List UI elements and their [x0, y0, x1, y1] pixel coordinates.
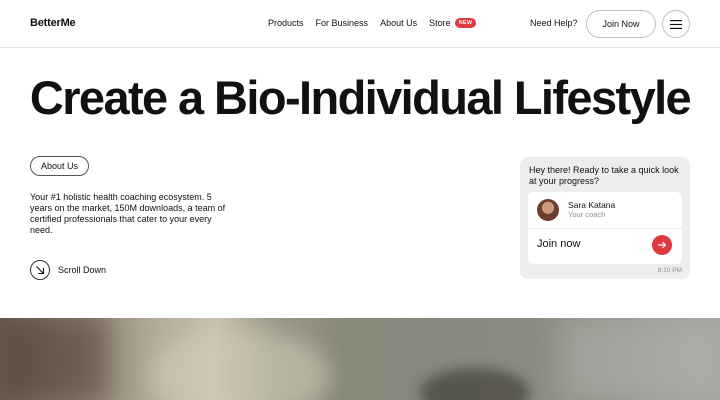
- nav-store[interactable]: Store NEW: [429, 18, 477, 28]
- scroll-down-label: Scroll Down: [58, 265, 107, 275]
- nav-for-business[interactable]: For Business: [316, 18, 369, 28]
- need-help-link[interactable]: Need Help?: [530, 18, 578, 28]
- message-time: 8:10 PM: [657, 267, 682, 274]
- scroll-down-button[interactable]: Scroll Down: [30, 260, 106, 280]
- hero-photo: [0, 318, 720, 400]
- coach-role: Your coach: [568, 210, 606, 219]
- nav-products[interactable]: Products: [268, 18, 304, 28]
- menu-button[interactable]: [662, 10, 690, 38]
- coach-row: Sara Katana Your coach: [537, 199, 615, 221]
- avatar: [537, 199, 559, 221]
- coach-name: Sara Katana: [568, 200, 616, 210]
- join-now-button[interactable]: Join Now: [586, 10, 656, 38]
- logo[interactable]: BetterMe: [30, 17, 76, 29]
- arrow-down-right-icon: [36, 266, 45, 275]
- site-header: BetterMe Products For Business About Us …: [0, 0, 720, 48]
- nav-about-us[interactable]: About Us: [380, 18, 417, 28]
- new-badge: NEW: [454, 18, 477, 28]
- hero-description: Your #1 holistic health coaching ecosyst…: [30, 192, 226, 235]
- chat-card: Hey there! Ready to take a quick look at…: [520, 157, 690, 279]
- coach-info: Sara Katana Your coach: [568, 200, 615, 220]
- scroll-circle: [30, 260, 50, 280]
- join-now-arrow-button[interactable]: [652, 235, 672, 255]
- hero-title: Create a Bio-Individual Lifestyle: [29, 71, 692, 124]
- join-now-link[interactable]: Join now: [537, 238, 580, 250]
- nav-store-label: Store: [429, 18, 451, 28]
- divider: [528, 228, 682, 229]
- hamburger-menu-icon: [670, 19, 682, 29]
- arrow-right-icon: [658, 241, 667, 249]
- chat-inner-card: Sara Katana Your coach Join now: [528, 192, 682, 264]
- main-nav: Products For Business About Us Store NEW: [268, 18, 488, 28]
- about-us-pill[interactable]: About Us: [30, 156, 90, 176]
- chat-message: Hey there! Ready to take a quick look at…: [529, 165, 679, 186]
